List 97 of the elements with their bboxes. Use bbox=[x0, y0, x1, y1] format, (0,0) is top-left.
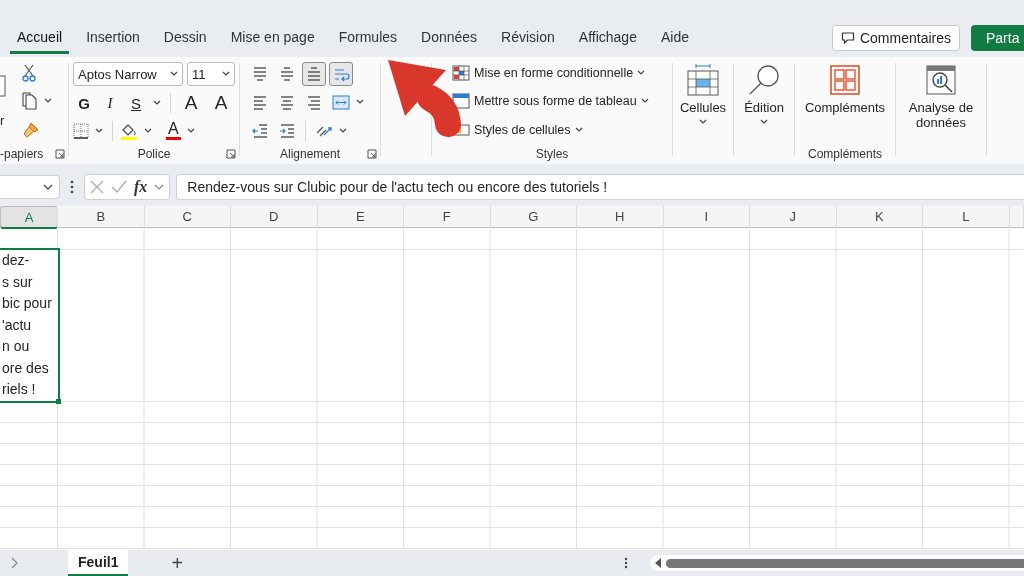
scroll-right-icon[interactable] bbox=[10, 557, 18, 569]
column-header[interactable]: I bbox=[663, 206, 750, 228]
merge-icon bbox=[332, 93, 350, 111]
caret-icon bbox=[699, 119, 707, 125]
group-label: -papiers bbox=[0, 147, 44, 161]
share-button[interactable]: Parta bbox=[971, 25, 1024, 51]
magnifier-icon bbox=[747, 64, 781, 96]
caret-icon bbox=[637, 70, 646, 77]
column-header[interactable]: F bbox=[404, 206, 491, 228]
cancel-icon[interactable] bbox=[90, 180, 104, 194]
cells-button[interactable]: Cellules bbox=[679, 59, 727, 125]
align-center-icon bbox=[278, 93, 296, 111]
caret-icon bbox=[222, 71, 230, 78]
column-header[interactable]: E bbox=[317, 206, 404, 228]
horizontal-scrollbar[interactable] bbox=[650, 555, 1024, 571]
caret-icon[interactable] bbox=[44, 98, 52, 105]
paste-label: r bbox=[0, 113, 6, 128]
group-label: Styles bbox=[535, 147, 569, 161]
formula-input[interactable]: Rendez-vous sur Clubic pour de l'actu tech ou encore des tutoriels ! bbox=[176, 174, 1024, 200]
paintbrush-icon[interactable] bbox=[22, 120, 40, 139]
comments-button[interactable]: Commentaires bbox=[831, 25, 960, 51]
align-button[interactable] bbox=[302, 62, 326, 87]
comment-icon bbox=[840, 31, 855, 45]
caret-icon[interactable] bbox=[339, 127, 347, 134]
dialog-launcher-icon[interactable] bbox=[367, 149, 377, 159]
column-header[interactable]: D bbox=[231, 206, 318, 228]
add-sheet-button[interactable]: + bbox=[171, 551, 184, 575]
decrease-indent-icon bbox=[251, 122, 269, 140]
styles-menu-button[interactable]: Mettre sous forme de tableau bbox=[452, 93, 649, 110]
styles-menu-button[interactable]: Styles de cellules bbox=[452, 121, 583, 138]
insert-function-button[interactable]: fx bbox=[134, 178, 148, 196]
more-icon[interactable] bbox=[624, 557, 628, 569]
bold-button[interactable]: G bbox=[73, 95, 95, 112]
ribbon-tab[interactable]: Aide bbox=[653, 22, 696, 54]
conditional-format-icon bbox=[452, 65, 470, 82]
caret-icon bbox=[640, 98, 649, 105]
column-header[interactable]: L bbox=[923, 206, 1010, 228]
italic-button[interactable]: I bbox=[99, 95, 121, 112]
add-ins-button[interactable]: Compléments bbox=[804, 59, 886, 144]
column-header[interactable]: B bbox=[58, 206, 145, 228]
caret-icon[interactable] bbox=[95, 127, 103, 134]
caret-icon bbox=[43, 183, 53, 191]
caret-icon[interactable] bbox=[153, 100, 161, 107]
analyze-data-button[interactable]: Analyse de données bbox=[896, 59, 986, 130]
caret-icon bbox=[574, 126, 583, 133]
table-cell[interactable]: dez- s sur bic pour 'actu n ou ore des riels ! bbox=[0, 248, 60, 403]
caret-icon[interactable] bbox=[356, 99, 364, 106]
ribbon-tab[interactable]: Données bbox=[414, 22, 485, 54]
caret-icon[interactable] bbox=[186, 127, 195, 134]
ribbon-tab[interactable]: Affichage bbox=[571, 22, 644, 54]
wrap-text-button[interactable] bbox=[329, 62, 353, 87]
align-left-icon bbox=[251, 93, 269, 111]
ribbon-tab[interactable]: Accueil bbox=[10, 22, 70, 54]
caret-icon bbox=[760, 119, 768, 125]
cell-style-icon bbox=[452, 121, 470, 138]
four-squares-icon bbox=[829, 64, 861, 96]
grow-font-button[interactable]: A bbox=[178, 92, 204, 115]
cells-icon bbox=[686, 64, 720, 96]
group-label: Alignement bbox=[279, 147, 340, 161]
column-header[interactable]: H bbox=[577, 206, 664, 228]
font-name-dropdown[interactable]: Aptos Narrow bbox=[73, 62, 183, 87]
chart-magnifier-icon bbox=[925, 64, 957, 96]
sheet-tab[interactable]: Feuil1 bbox=[68, 550, 129, 576]
group-label: Police bbox=[137, 147, 171, 161]
column-header[interactable]: G bbox=[490, 206, 577, 228]
styles-menu-button[interactable]: Mise en forme conditionnelle bbox=[452, 65, 646, 82]
ribbon-tab[interactable]: Mise en page bbox=[223, 22, 322, 54]
ribbon-tab[interactable]: Révision bbox=[494, 22, 562, 54]
ribbon-tab[interactable]: Dessin bbox=[156, 22, 214, 54]
dialog-launcher-icon[interactable] bbox=[55, 149, 65, 159]
copy-icon[interactable] bbox=[22, 92, 38, 111]
table-icon bbox=[452, 93, 470, 110]
column-header[interactable]: J bbox=[750, 206, 837, 228]
font-size-dropdown[interactable]: 11 bbox=[187, 62, 235, 87]
editing-button[interactable]: Édition bbox=[744, 59, 784, 125]
caret-icon[interactable] bbox=[144, 127, 152, 134]
scroll-left-icon[interactable] bbox=[654, 558, 662, 568]
group-label: Compléments bbox=[808, 147, 882, 161]
scissors-icon[interactable] bbox=[22, 64, 36, 83]
more-icon[interactable] bbox=[70, 180, 74, 194]
align-middle-icon bbox=[278, 65, 296, 83]
column-header[interactable]: K bbox=[836, 206, 923, 228]
column-header[interactable]: A bbox=[0, 206, 58, 229]
ribbon-tab[interactable]: Formules bbox=[331, 22, 405, 54]
underline-button[interactable]: S bbox=[125, 95, 147, 112]
borders-icon[interactable] bbox=[73, 122, 89, 139]
font-color-button[interactable]: A bbox=[166, 121, 181, 141]
dialog-launcher-icon[interactable] bbox=[226, 149, 236, 159]
align-right-icon bbox=[305, 93, 323, 111]
column-header[interactable]: C bbox=[144, 206, 231, 228]
caret-icon bbox=[170, 71, 178, 78]
shrink-font-button[interactable]: A bbox=[208, 92, 234, 115]
align-bottom-icon bbox=[305, 65, 323, 83]
align-top-icon bbox=[251, 65, 269, 83]
check-icon[interactable] bbox=[111, 180, 127, 194]
increase-indent-icon bbox=[278, 122, 296, 140]
ribbon-tab[interactable]: Insertion bbox=[79, 22, 147, 54]
